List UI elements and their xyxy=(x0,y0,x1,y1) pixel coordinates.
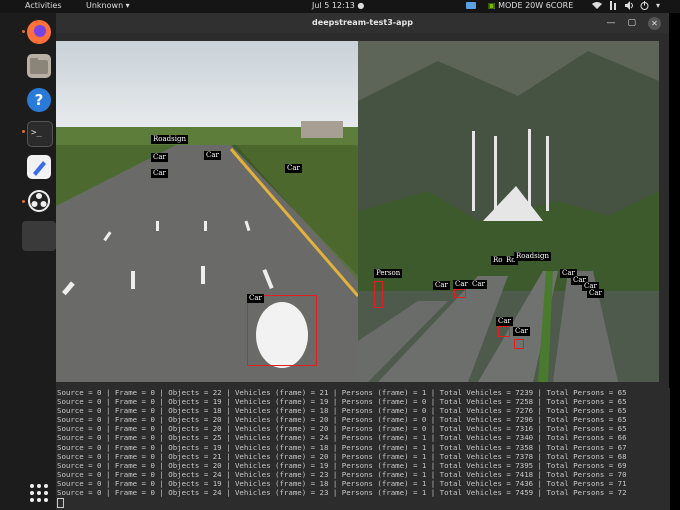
volume-icon[interactable] xyxy=(625,1,634,12)
detection-label: Car xyxy=(496,317,513,326)
obs-studio-icon[interactable] xyxy=(27,189,51,213)
help-icon[interactable]: ? xyxy=(27,88,51,112)
detection-label: Car xyxy=(433,281,450,290)
running-app-slot[interactable] xyxy=(22,221,56,251)
detection-label: Roadsign xyxy=(151,135,188,144)
terminal-line: Source = 0 | Frame = 0 | Objects = 18 | … xyxy=(57,406,627,416)
detection-box xyxy=(514,339,524,349)
video-pane-highway: Roadsign Car Car Car Car Car xyxy=(56,41,358,382)
app-menu[interactable]: Unknown ▾ xyxy=(86,1,130,10)
activities-button[interactable]: Activities xyxy=(25,1,62,10)
detection-label: Car xyxy=(453,280,470,289)
network-icon[interactable] xyxy=(609,1,618,12)
active-indicator xyxy=(22,130,25,133)
window-title: deepstream-test3-app xyxy=(312,18,413,27)
detection-box xyxy=(247,295,317,366)
nvidia-icon[interactable] xyxy=(466,1,476,12)
terminal-line: Source = 0 | Frame = 0 | Objects = 19 | … xyxy=(57,478,627,488)
terminal-line: Source = 0 | Frame = 0 | Objects = 19 | … xyxy=(57,442,627,452)
maximize-icon[interactable]: ▢ xyxy=(627,18,636,28)
window-titlebar[interactable]: deepstream-test3-app xyxy=(56,13,669,33)
terminal-line: Source = 0 | Frame = 0 | Objects = 20 | … xyxy=(57,460,627,470)
dock: ? >_ xyxy=(0,13,56,510)
power-mode-label: MODE 20W 6CORE xyxy=(498,1,574,10)
detection-box xyxy=(374,281,383,308)
wifi-icon[interactable] xyxy=(592,1,602,11)
terminal-line: Source = 0 | Frame = 0 | Objects = 25 | … xyxy=(57,433,627,443)
terminal-line: Source = 0 | Frame = 0 | Objects = 19 | … xyxy=(57,397,627,407)
text-editor-icon[interactable] xyxy=(27,155,51,179)
nvidia-logo-icon: ▣ xyxy=(488,1,496,10)
terminal-line: Source = 0 | Frame = 0 | Objects = 20 | … xyxy=(57,424,627,434)
files-icon[interactable] xyxy=(27,54,51,78)
minimize-icon[interactable]: — xyxy=(606,18,615,28)
terminal-line: Source = 0 | Frame = 0 | Objects = 21 | … xyxy=(57,451,627,461)
detection-label: Roadsign xyxy=(514,252,551,261)
detection-label: Car xyxy=(285,164,302,173)
window-controls: — ▢ ✕ xyxy=(606,13,661,33)
terminal-line: Source = 0 | Frame = 0 | Objects = 24 | … xyxy=(57,469,627,479)
close-icon[interactable]: ✕ xyxy=(648,16,661,30)
terminal-output[interactable]: Source = 0 | Frame = 0 | Objects = 22 | … xyxy=(56,388,670,510)
top-bar: Activities Unknown ▾ Jul 5 12:13 ● ▣ MOD… xyxy=(0,0,680,13)
app-window: deepstream-test3-app — ▢ ✕ Roadsign Car … xyxy=(56,13,670,510)
video-output: Roadsign Car Car Car Car Car Person Car … xyxy=(56,41,659,382)
firefox-icon[interactable] xyxy=(27,20,51,44)
video-pane-mosque-road: Person Car Car Car Ro Ro Roadsign Car Ca… xyxy=(358,41,659,382)
terminal-line: Source = 0 | Frame = 0 | Objects = 20 | … xyxy=(57,415,627,425)
notification-dot-icon: ● xyxy=(354,1,365,10)
power-icon[interactable] xyxy=(640,1,649,12)
active-indicator xyxy=(22,30,25,33)
detection-label: Person xyxy=(374,269,403,278)
system-menu-chevron-icon[interactable]: ▾ xyxy=(656,1,660,10)
clock[interactable]: Jul 5 12:13 ● xyxy=(312,1,364,10)
terminal-icon[interactable]: >_ xyxy=(27,121,53,147)
detection-box xyxy=(498,326,510,337)
detection-label: Car xyxy=(151,169,168,178)
clock-label: Jul 5 12:13 xyxy=(312,1,355,10)
chevron-down-icon: ▾ xyxy=(123,1,130,10)
detection-label: Ro xyxy=(491,256,505,265)
app-grid-icon[interactable] xyxy=(29,483,49,503)
app-menu-label: Unknown xyxy=(86,1,124,10)
detection-box xyxy=(454,289,466,298)
terminal-line: Source = 0 | Frame = 0 | Objects = 22 | … xyxy=(57,388,627,397)
detection-label: Car xyxy=(513,327,530,336)
detection-label: Car xyxy=(151,153,168,162)
detection-label: Car xyxy=(204,151,221,160)
active-indicator xyxy=(22,200,25,203)
terminal-cursor xyxy=(57,498,64,509)
power-mode-indicator[interactable]: ▣ MODE 20W 6CORE xyxy=(488,1,573,10)
detection-label: Car xyxy=(587,289,604,298)
terminal-line: Source = 0 | Frame = 0 | Objects = 24 | … xyxy=(57,488,627,498)
detection-label: Car xyxy=(470,280,487,289)
detection-label: Car xyxy=(247,294,264,303)
